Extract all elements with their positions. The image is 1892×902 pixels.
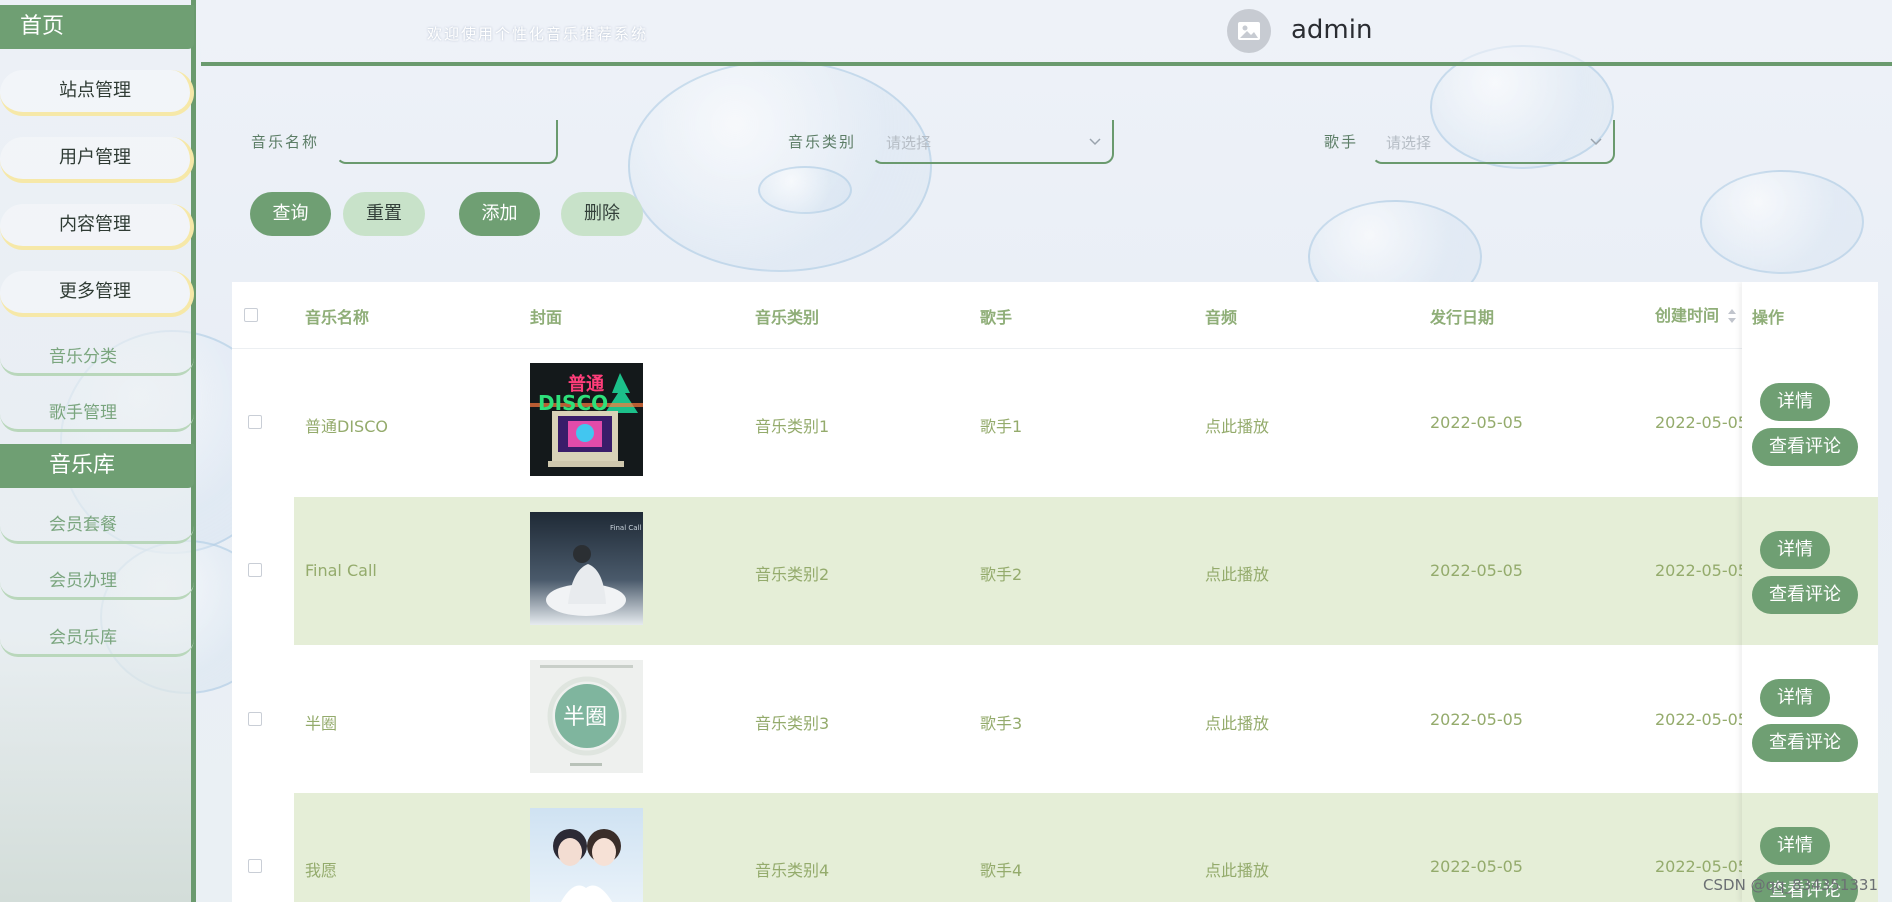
sidebar-item-music-category[interactable]: 音乐分类 [0,336,194,376]
cover-art-disco: 普通 DISCO [530,363,643,476]
cell-music-name: 我愿 [305,861,338,880]
reset-button[interactable]: 重置 [343,192,425,236]
view-comments-button[interactable]: 查看评论 [1752,428,1858,466]
cell-category: 音乐类别1 [755,417,830,436]
cell-release-date: 2022-05-05 [1430,561,1523,580]
sidebar-item-more-management[interactable]: 更多管理 [0,271,194,317]
cell-release-date: 2022-05-05 [1430,710,1523,729]
row-checkbox[interactable] [248,859,262,873]
view-comments-button[interactable]: 查看评论 [1752,724,1858,762]
sidebar-section-music-library[interactable]: 音乐库 [0,444,194,488]
music-category-select[interactable]: 请选择 [872,120,1114,164]
cell-singer: 歌手4 [980,861,1023,880]
col-created-time[interactable]: 创建时间 [1655,302,1719,326]
col-cover: 封面 [530,308,563,327]
image-icon[interactable] [1227,9,1271,53]
detail-button[interactable]: 详情 [1760,827,1830,865]
cover-image[interactable]: Final Call [530,512,643,625]
cell-created-time: 2022-05-05 [1655,561,1748,580]
table-row: 普通DISCO 普通 DISCO 音乐类别1 歌手1 点此播放 2022-05-… [232,349,1878,497]
sidebar-home[interactable]: 首页 [0,5,194,49]
row-checkbox[interactable] [248,712,262,726]
cell-category: 音乐类别4 [755,861,830,880]
cover-image[interactable] [530,808,643,902]
music-name-input[interactable] [336,120,558,164]
play-audio-link[interactable]: 点此播放 [1205,413,1269,437]
cell-created-time: 2022-05-05 [1655,413,1748,432]
play-audio-link[interactable]: 点此播放 [1205,561,1269,585]
sidebar-item-member-package[interactable]: 会员套餐 [0,504,194,544]
operations-column: 操作 详情 查看评论 详情 查看评论 详情 查看评论 详情 查看评论 [1742,282,1878,902]
add-button[interactable]: 添加 [459,192,540,236]
cell-created-time: 2022-05-05 [1655,857,1748,876]
delete-button[interactable]: 删除 [561,192,643,236]
col-category: 音乐类别 [755,308,820,327]
sidebar-item-member-signup[interactable]: 会员办理 [0,560,194,600]
col-audio: 音频 [1205,308,1238,327]
table-header: 音乐名称 封面 音乐类别 歌手 音频 发行日期 创建时间 [232,282,1878,349]
sidebar-item-user-management[interactable]: 用户管理 [0,137,194,183]
cover-title-text: 半圈 [563,705,607,730]
cell-music-name: Final Call [305,561,377,580]
chevron-down-icon [1590,138,1602,146]
cell-music-name: 半圈 [305,714,338,733]
table-row: Final Call Final Call 音乐类别2 歌手2 点此播放 202… [232,497,1878,645]
detail-button[interactable]: 详情 [1760,679,1830,717]
sidebar-item-singer-management[interactable]: 歌手管理 [0,392,194,432]
welcome-text: 欢迎使用个性化音乐推荐系统 [427,25,649,43]
cell-category: 音乐类别2 [755,565,830,584]
sidebar-item-content-management[interactable]: 内容管理 [0,204,194,250]
view-comments-button[interactable]: 查看评论 [1752,576,1858,614]
cell-release-date: 2022-05-05 [1430,857,1523,876]
cell-singer: 歌手2 [980,565,1023,584]
detail-button[interactable]: 详情 [1760,383,1830,421]
table-row: 我愿 音乐类别4 歌手4 点此播放 2022-05-05 2022-05-05 [232,793,1878,902]
play-audio-link[interactable]: 点此播放 [1205,710,1269,734]
cell-singer: 歌手3 [980,714,1023,733]
cover-art-final-call: Final Call [530,512,643,625]
username[interactable]: admin [1291,15,1372,45]
query-button[interactable]: 查询 [250,192,331,236]
watermark-text: CSDN @qq_834351331 [1703,876,1878,894]
select-all-checkbox[interactable] [244,308,258,322]
col-operations: 操作 [1752,308,1785,327]
music-table: 音乐名称 封面 音乐类别 歌手 音频 发行日期 创建时间 普通DISCO 普通 [232,282,1878,902]
col-singer: 歌手 [980,308,1013,327]
cover-image[interactable]: 半圈 [530,660,643,773]
row-checkbox[interactable] [248,563,262,577]
bubble-decoration [758,166,852,214]
sort-icon[interactable] [1727,308,1737,324]
singer-label: 歌手 [1324,133,1359,151]
cell-created-time: 2022-05-05 [1655,710,1748,729]
detail-button[interactable]: 详情 [1760,531,1830,569]
music-category-label: 音乐类别 [788,133,857,151]
singer-select[interactable]: 请选择 [1372,120,1615,164]
music-name-field[interactable] [338,120,556,162]
singer-placeholder: 请选择 [1386,134,1432,152]
sidebar: 首页 站点管理 用户管理 内容管理 更多管理 音乐分类 歌手管理 音乐库 会员套… [0,0,196,902]
cover-image[interactable]: 普通 DISCO [530,363,643,476]
cover-sub-text: DISCO [538,391,608,415]
table-row: 半圈 半圈 音乐类别3 歌手3 点此播放 2022-05-05 2022-05-… [232,645,1878,793]
top-bar: 欢迎使用个性化音乐推荐系统 admin [201,5,1892,66]
cover-art-half-circle: 半圈 [530,660,643,773]
bubble-decoration [628,60,932,272]
sidebar-item-member-library[interactable]: 会员乐库 [0,617,194,657]
category-placeholder: 请选择 [886,134,932,152]
col-release-date: 发行日期 [1430,308,1495,327]
cell-singer: 歌手1 [980,417,1023,436]
row-checkbox[interactable] [248,415,262,429]
music-name-label: 音乐名称 [251,133,320,151]
cover-art-wo-yuan [530,808,643,902]
play-audio-link[interactable]: 点此播放 [1205,857,1269,881]
cover-title-text: Final Call [610,524,641,532]
chevron-down-icon [1089,138,1101,146]
cell-category: 音乐类别3 [755,714,830,733]
sidebar-item-site-management[interactable]: 站点管理 [0,70,194,116]
col-music-name: 音乐名称 [305,308,370,327]
cell-music-name: 普通DISCO [305,417,388,436]
cell-release-date: 2022-05-05 [1430,413,1523,432]
bubble-decoration [1700,170,1864,274]
